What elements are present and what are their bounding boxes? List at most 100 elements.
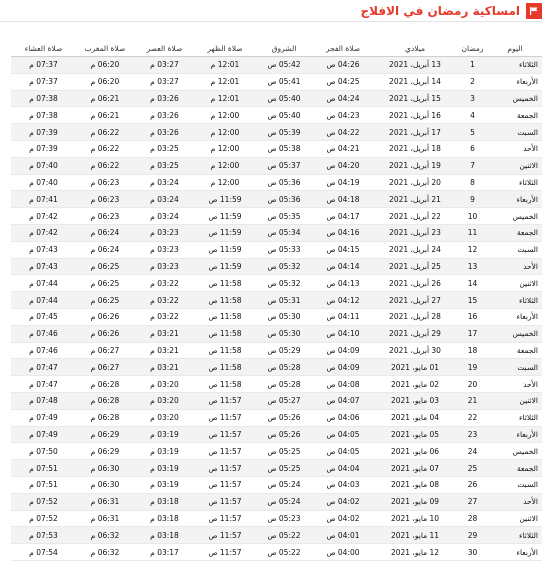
isha-cell: 07:49 م <box>11 409 76 427</box>
sunrise-cell: 05:30 ص <box>255 308 313 326</box>
fajr-cell: 04:21 ص <box>313 140 373 158</box>
gregorian-date-cell: 08 مايو، 2021 <box>373 476 457 494</box>
maghrib-cell: 06:32 م <box>76 526 134 545</box>
sunrise-cell: 05:22 ص <box>255 543 313 561</box>
table-row: الاثنين 14 26 أبريل، 2021 04:13 ص 05:32 ص 11:… <box>11 274 542 293</box>
isha-cell: 07:46 م <box>11 325 76 343</box>
sunrise-cell: 05:25 ص <box>255 459 313 477</box>
ramadan-day-cell: 26 <box>457 476 488 494</box>
asr-cell: 03:26 م <box>134 106 195 125</box>
fajr-cell: 04:10 ص <box>313 325 373 343</box>
table-row: السبت 26 08 مايو، 2021 04:03 ص 05:24 ص 11:57 … <box>11 476 542 494</box>
day-cell: الجمعة <box>488 106 542 125</box>
table-body: الثلاثاء 1 13 أبريل، 2021 04:26 ص 05:42 ص 12:… <box>11 56 542 561</box>
ramadan-day-cell: 11 <box>457 224 488 242</box>
day-cell: الأحد <box>488 493 542 511</box>
ramadan-timetable-panel: امساكية رمضان في الافلاج اليوم رمضان ميل… <box>0 0 542 573</box>
column-header: ميلادي <box>373 41 457 57</box>
sunrise-cell: 05:36 ص <box>255 190 313 209</box>
day-cell: الاثنين <box>488 392 542 410</box>
isha-cell: 07:49 م <box>11 426 76 444</box>
table-row: الأربعاء 16 28 أبريل، 2021 04:11 ص 05:30 ص 11… <box>11 308 542 326</box>
panel-title: امساكية رمضان في الافلاج <box>360 3 520 18</box>
ramadan-day-cell: 18 <box>457 342 488 360</box>
day-cell: الأربعاء <box>488 308 542 326</box>
isha-cell: 07:50 م <box>11 442 76 461</box>
gregorian-date-cell: 18 أبريل، 2021 <box>373 140 457 158</box>
maghrib-cell: 06:25 م <box>76 258 134 276</box>
sunrise-cell: 05:40 ص <box>255 106 313 125</box>
column-header: رمضان <box>457 41 488 57</box>
dhuhr-cell: 12:00 م <box>195 157 255 175</box>
gregorian-date-cell: 04 مايو، 2021 <box>373 409 457 427</box>
isha-cell: 07:38 م <box>11 90 76 108</box>
maghrib-cell: 06:21 م <box>76 90 134 108</box>
table-row: السبت 5 17 أبريل، 2021 04:22 ص 05:39 ص 12:00 … <box>11 123 542 141</box>
dhuhr-cell: 12:00 م <box>195 140 255 158</box>
day-cell: الأربعاء <box>488 543 542 561</box>
day-cell: الاثنين <box>488 157 542 175</box>
sunrise-cell: 05:27 ص <box>255 392 313 410</box>
asr-cell: 03:19 م <box>134 426 195 444</box>
table-row: الجمعة 25 07 مايو، 2021 04:04 ص 05:25 ص 11:57… <box>11 459 542 477</box>
ramadan-day-cell: 22 <box>457 409 488 427</box>
table-header-row: اليوم رمضان ميلادي صلاة الفجر الشروق صلا… <box>11 41 542 57</box>
maghrib-cell: 06:22 م <box>76 123 134 141</box>
maghrib-cell: 06:25 م <box>76 274 134 293</box>
dhuhr-cell: 11:59 ص <box>195 258 255 276</box>
asr-cell: 03:20 م <box>134 409 195 427</box>
fajr-cell: 04:09 ص <box>313 342 373 360</box>
ramadan-day-cell: 9 <box>457 190 488 209</box>
dhuhr-cell: 12:00 م <box>195 174 255 192</box>
gregorian-date-cell: 10 مايو، 2021 <box>373 510 457 528</box>
dhuhr-cell: 12:00 م <box>195 106 255 125</box>
day-cell: الجمعة <box>488 224 542 242</box>
dhuhr-cell: 11:58 ص <box>195 308 255 326</box>
table-row: الثلاثاء 15 27 أبريل، 2021 04:12 ص 05:31 ص 11… <box>11 291 542 309</box>
sunrise-cell: 05:28 ص <box>255 375 313 393</box>
prayer-times-table: اليوم رمضان ميلادي صلاة الفجر الشروق صلا… <box>11 41 542 561</box>
isha-cell: 07:37 م <box>11 73 76 91</box>
day-cell: الأحد <box>488 140 542 158</box>
gregorian-date-cell: 26 أبريل، 2021 <box>373 274 457 293</box>
isha-cell: 07:42 م <box>11 224 76 242</box>
ramadan-day-cell: 23 <box>457 426 488 444</box>
day-cell: السبت <box>488 358 542 377</box>
table-row: الجمعة 11 23 أبريل، 2021 04:16 ص 05:34 ص 11:5… <box>11 224 542 242</box>
sunrise-cell: 05:24 ص <box>255 493 313 511</box>
day-cell: السبت <box>488 123 542 141</box>
ramadan-day-cell: 8 <box>457 174 488 192</box>
dhuhr-cell: 11:59 ص <box>195 190 255 209</box>
dhuhr-cell: 11:57 ص <box>195 526 255 545</box>
fajr-cell: 04:22 ص <box>313 123 373 141</box>
isha-cell: 07:39 م <box>11 140 76 158</box>
isha-cell: 07:51 م <box>11 459 76 477</box>
fajr-cell: 04:05 ص <box>313 426 373 444</box>
maghrib-cell: 06:20 م <box>76 73 134 91</box>
column-header: صلاة العصر <box>134 41 195 57</box>
maghrib-cell: 06:23 م <box>76 174 134 192</box>
gregorian-date-cell: 22 أبريل، 2021 <box>373 207 457 225</box>
ramadan-day-cell: 21 <box>457 392 488 410</box>
maghrib-cell: 06:25 م <box>76 291 134 309</box>
day-cell: الجمعة <box>488 342 542 360</box>
ramadan-day-cell: 6 <box>457 140 488 158</box>
isha-cell: 07:48 م <box>11 392 76 410</box>
panel-header: امساكية رمضان في الافلاج <box>0 0 542 22</box>
asr-cell: 03:24 م <box>134 190 195 209</box>
sunrise-cell: 05:37 ص <box>255 157 313 175</box>
maghrib-cell: 06:23 م <box>76 190 134 209</box>
sunrise-cell: 05:26 ص <box>255 426 313 444</box>
asr-cell: 03:21 م <box>134 325 195 343</box>
isha-cell: 07:43 م <box>11 258 76 276</box>
isha-cell: 07:54 م <box>11 543 76 561</box>
fajr-cell: 04:06 ص <box>313 409 373 427</box>
sunrise-cell: 05:34 ص <box>255 224 313 242</box>
fajr-cell: 04:23 ص <box>313 106 373 125</box>
isha-cell: 07:41 م <box>11 190 76 209</box>
maghrib-cell: 06:26 م <box>76 308 134 326</box>
asr-cell: 03:19 م <box>134 459 195 477</box>
maghrib-cell: 06:30 م <box>76 476 134 494</box>
table-row: الاثنين 7 19 أبريل، 2021 04:20 ص 05:37 ص 12:0… <box>11 157 542 175</box>
sunrise-cell: 05:24 ص <box>255 476 313 494</box>
